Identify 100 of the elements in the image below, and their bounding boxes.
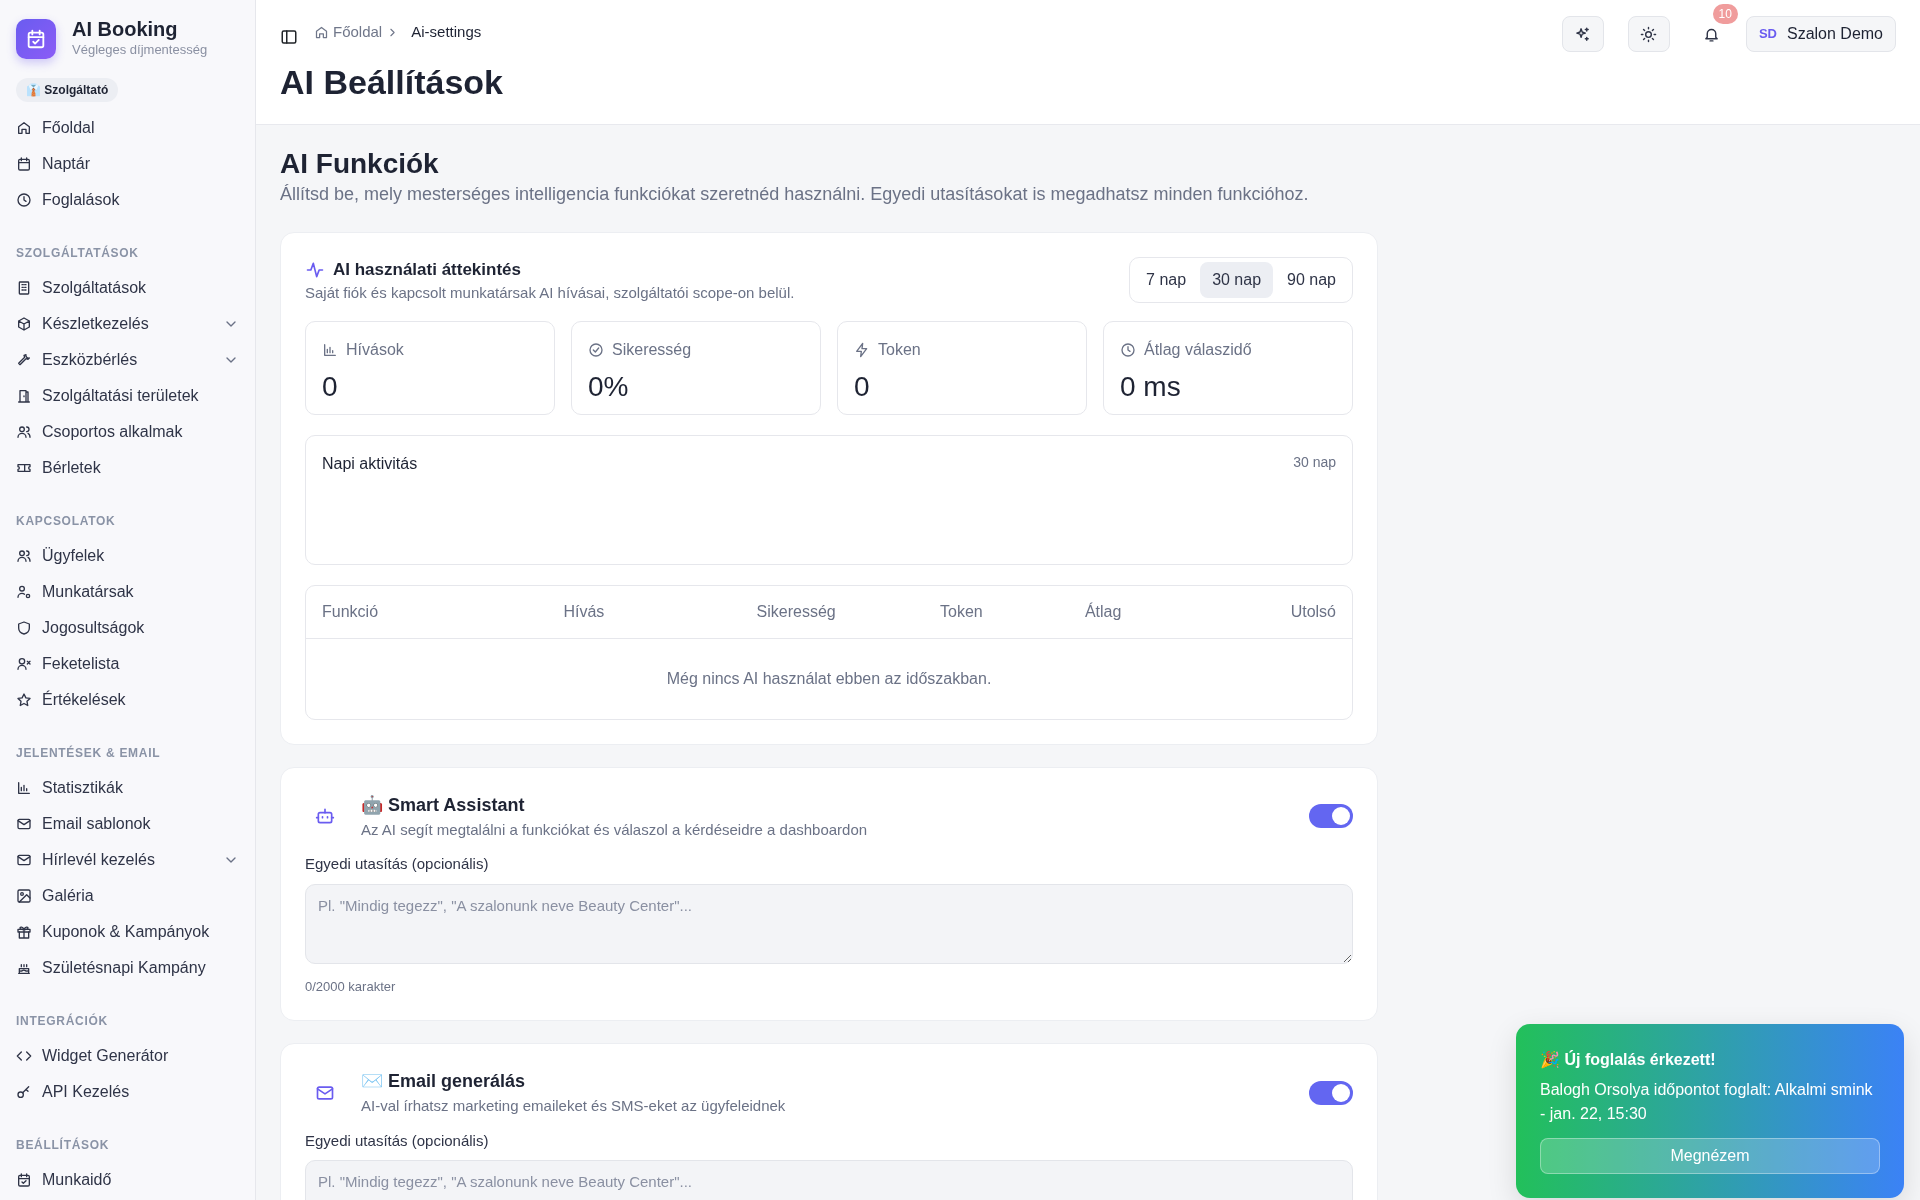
bar-chart-icon <box>16 779 32 796</box>
toast-message: Balogh Orsolya időpontot foglalt: Alkalmi smink - jan. 22, 15:30 <box>1540 1080 1874 1124</box>
sidebar-item[interactable]: Bérletek <box>16 449 239 486</box>
sparkles-icon <box>1574 25 1592 43</box>
character-counter: 0/2000 karakter <box>305 977 397 996</box>
stat-value: 0 <box>854 369 871 404</box>
sidebar-item[interactable]: Statisztikák <box>16 769 239 806</box>
building-icon <box>16 279 32 296</box>
section-heading: KAPCSOLATOK <box>16 512 117 530</box>
theme-toggle-button[interactable] <box>1627 16 1670 52</box>
breadcrumb-link[interactable]: Főoldal <box>333 20 383 44</box>
users-icon <box>16 423 32 440</box>
sidebar-item[interactable]: Jogosultságok <box>16 609 239 646</box>
stat-value: 0 ms <box>1120 369 1182 404</box>
section-heading: JELENTÉSEK & EMAIL <box>16 744 162 762</box>
home-icon <box>314 25 329 41</box>
sidebar-item[interactable]: Email sablonok <box>16 805 239 842</box>
section-description: Állítsd be, mely mesterséges intelligencia funkciókat szeretnéd használni. Egyedi utasításokat is megadhatsz minden funkcióhoz. <box>280 182 1310 206</box>
sidebar-item[interactable]: Munkatársak <box>16 573 239 610</box>
column-header: Átlag <box>1084 601 1123 622</box>
sidebar-item[interactable]: Feketelista <box>16 645 239 682</box>
stat-label: Átlag válaszidő <box>1144 339 1252 360</box>
sidebar-item[interactable]: Kuponok & Kampányok <box>16 913 239 950</box>
lightning-icon <box>854 341 870 358</box>
sidebar-item[interactable]: API Kezelés <box>16 1073 239 1110</box>
stat-label: Hívások <box>346 339 404 360</box>
breadcrumb-current: Ai-settings <box>411 21 482 42</box>
sidebar-item[interactable]: Eszközbérlés <box>16 341 239 378</box>
sidebar-item[interactable]: Naptár <box>16 145 239 182</box>
instruction-field[interactable]: Pl. "Mindig tegezz", "A szalonunk neve Beauty Center"... <box>305 883 1353 964</box>
bar-chart-icon <box>322 341 338 358</box>
feature-description: AI-val írhatsz marketing emaileket és SMS-eket az ügyfeleidnek <box>361 1096 787 1117</box>
sidebar-item[interactable]: Szolgáltatások <box>16 269 239 306</box>
column-header: Token <box>940 601 984 622</box>
field-label: Egyedi utasítás (opcionális) <box>305 854 490 875</box>
image-icon <box>16 887 32 904</box>
feature-description: Az AI segít megtalálni a funkciókat és válaszol a kérdéseidre a dashboardon <box>361 819 869 840</box>
card-title: AI használati áttekintés <box>333 258 521 281</box>
key-icon <box>16 1083 32 1100</box>
user-cross-icon <box>16 655 32 672</box>
sidebar-item[interactable]: Munkaidő <box>16 1161 239 1198</box>
ai-button[interactable] <box>1561 16 1604 52</box>
period-tab[interactable]: 30 nap <box>1200 261 1274 298</box>
section-heading: BEÁLLÍTÁSOK <box>16 1136 111 1154</box>
section-title: AI Funkciók <box>280 147 440 181</box>
range-label: 30 nap <box>1293 452 1336 472</box>
clock-icon <box>1120 341 1136 358</box>
sidebar-item[interactable]: Widget Generátor <box>16 1037 239 1074</box>
field-label: Egyedi utasítás (opcionális) <box>305 1130 490 1151</box>
sun-icon <box>1640 25 1658 43</box>
app-name: AI Booking <box>72 18 179 40</box>
panel-title: Napi aktivitás <box>322 453 418 474</box>
sidebar-item[interactable]: Szolgáltatási területek <box>16 377 239 414</box>
column-header: Hívás <box>563 601 606 622</box>
calendar-check-icon <box>16 1171 32 1188</box>
home-icon <box>16 119 32 136</box>
clock-icon <box>16 191 32 208</box>
sidebar-item[interactable]: Hírlevél kezelés <box>16 841 239 878</box>
sidebar-item[interactable]: Galéria <box>16 877 239 914</box>
feature-toggle[interactable] <box>1309 1080 1353 1105</box>
column-header: Sikeresség <box>756 601 837 622</box>
feature-title: ✉ Email generálás <box>361 1070 526 1094</box>
robot-icon <box>315 806 335 827</box>
user-menu-button[interactable]: SD Szalon Demo <box>1745 16 1896 52</box>
sidebar-item[interactable]: Foglalások <box>16 181 239 218</box>
instruction-field[interactable]: Pl. "Mindig tegezz", "A szalonunk neve Beauty Center"... <box>305 1160 1353 1200</box>
feature-title: 🤖 Smart Assistant <box>361 793 525 817</box>
stat-value: 0 <box>322 369 339 404</box>
role-badge: 👔 Szolgáltató <box>16 77 119 102</box>
toast-title: 🎉 Új foglalás érkezett! <box>1540 1049 1717 1071</box>
sidebar-item[interactable]: Készletkezelés <box>16 305 239 342</box>
sidebar-item[interactable]: Csoportos alkalmak <box>16 413 239 450</box>
sidebar-item[interactable]: Ügyfelek <box>16 537 239 574</box>
section-heading: INTEGRÁCIÓK <box>16 1012 109 1030</box>
sidebar-item[interactable]: Születésnapi Kampány <box>16 949 239 986</box>
column-header: Utolsó <box>1289 601 1336 622</box>
period-tab[interactable]: 7 nap <box>1134 261 1199 298</box>
column-header: Funkció <box>322 601 380 622</box>
plan-label: Végleges díjmentesség <box>72 41 208 59</box>
users-icon <box>16 547 32 564</box>
page-title: AI Beállítások <box>280 62 504 103</box>
empty-message: Még nincs AI használat ebben az időszakban. <box>665 668 993 689</box>
sidebar-item[interactable]: Értékelések <box>16 681 239 718</box>
user-icon <box>16 583 32 600</box>
check-circle-icon <box>588 341 604 358</box>
sidebar-icon <box>280 27 298 46</box>
app-logo <box>16 18 56 59</box>
box-icon <box>16 315 32 332</box>
section-heading: SZOLGÁLTATÁSOK <box>16 244 140 262</box>
card-subtitle: Saját fiók és kapcsolt munkatársak AI hívásai, szolgáltatói scope-on belül. <box>305 283 795 304</box>
star-icon <box>16 691 32 708</box>
door-icon <box>16 387 32 404</box>
calendar-icon <box>16 155 32 172</box>
wrench-icon <box>16 351 32 368</box>
stat-label: Token <box>878 339 921 360</box>
period-tab[interactable]: 90 nap <box>1275 261 1348 298</box>
notification-count: 10 <box>1712 4 1738 24</box>
sidebar-item[interactable]: Főoldal <box>16 109 239 146</box>
feature-toggle[interactable] <box>1309 804 1353 829</box>
stat-label: Sikeresség <box>612 339 692 360</box>
